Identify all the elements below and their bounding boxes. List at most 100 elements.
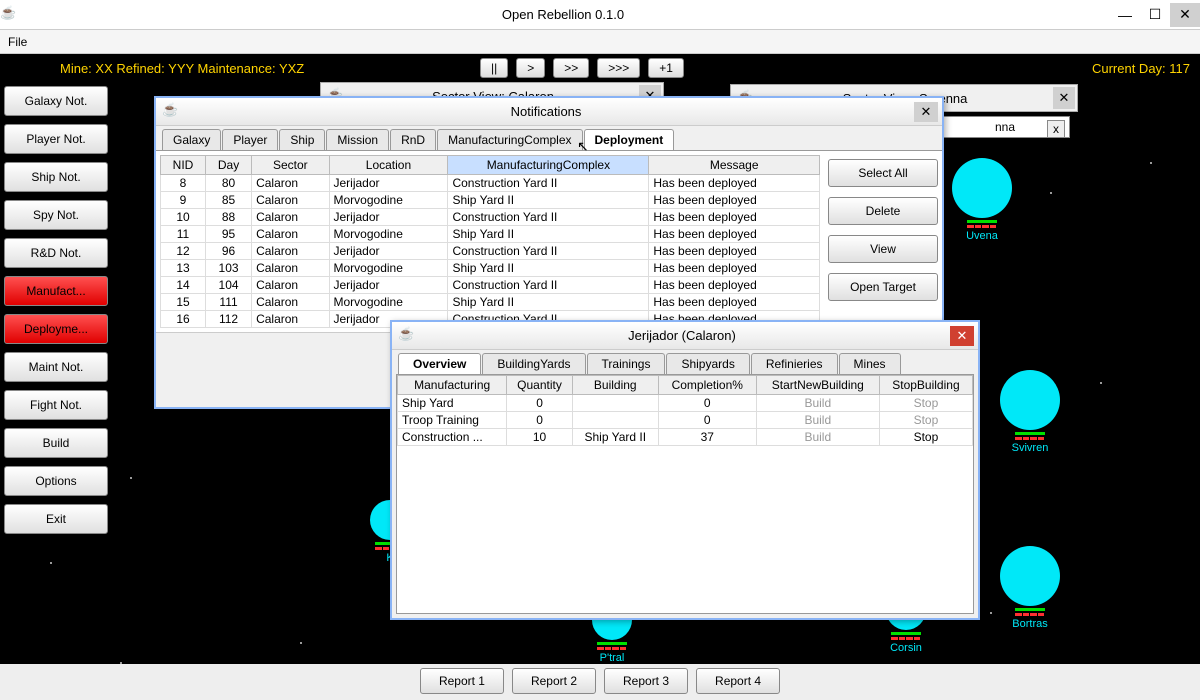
reports-bar: Report 1 Report 2 Report 3 Report 4 [0,666,1200,696]
notif-row[interactable]: 1088CalaronJerijadorConstruction Yard II… [161,209,820,226]
notifications-title: Notifications [178,104,914,119]
planet-header-startnewbuilding[interactable]: StartNewBuilding [756,376,879,395]
notifications-table: NIDDaySectorLocationManufacturingComplex… [160,155,820,328]
report-button-1[interactable]: Report 1 [420,668,504,694]
sidebar-item-7[interactable]: Maint Not. [4,352,108,382]
notif-tab-rnd[interactable]: RnD [390,129,436,150]
sidebar-item-10[interactable]: Options [4,466,108,496]
right-sector-close[interactable]: x [1047,120,1065,138]
notif-header-manufacturingcomplex[interactable]: ManufacturingComplex [448,156,649,175]
notif-tab-manufacturingcomplex[interactable]: ManufacturingComplex [437,129,582,150]
notifications-titlebar: Notifications ✕ [156,98,942,126]
sidebar-item-9[interactable]: Build [4,428,108,458]
notif-action-delete[interactable]: Delete [828,197,938,225]
sidebar-item-6[interactable]: Deployme... [4,314,108,344]
planet-tab-refinieries[interactable]: Refinieries [751,353,838,374]
build-button: Build [756,395,879,412]
notif-row[interactable]: 14104CalaronJerijadorConstruction Yard I… [161,277,820,294]
speed-controls: ||>>>>>>+1 [480,58,684,78]
sidebar-item-1[interactable]: Player Not. [4,124,108,154]
menu-file[interactable]: File [8,35,27,49]
planet-row[interactable]: Construction ...10Ship Yard II37BuildSto… [398,429,973,446]
notif-action-open-target[interactable]: Open Target [828,273,938,301]
stop-button[interactable]: Stop [879,429,972,446]
sidebar-item-0[interactable]: Galaxy Not. [4,86,108,116]
notif-action-view[interactable]: View [828,235,938,263]
notifications-close-button[interactable]: ✕ [914,102,938,122]
sidebar-item-8[interactable]: Fight Not. [4,390,108,420]
stop-button: Stop [879,412,972,429]
planet-window-tabs: OverviewBuildingYardsTrainingsShipyardsR… [392,350,978,374]
planet-row[interactable]: Ship Yard00BuildStop [398,395,973,412]
notif-header-nid[interactable]: NID [161,156,206,175]
sector-view-right-close[interactable]: ✕ [1053,87,1075,109]
speed-button-1[interactable]: > [516,58,545,78]
planet-uvena[interactable]: Uvena [952,158,1012,242]
planet-manufacturing-table: ManufacturingQuantityBuildingCompletion%… [397,375,973,446]
notif-row[interactable]: 880CalaronJerijadorConstruction Yard IIH… [161,175,820,192]
window-maximize-button[interactable]: ☐ [1140,3,1170,27]
planet-window: Jerijador (Calaron) ✕ OverviewBuildingYa… [390,320,980,620]
stop-button: Stop [879,395,972,412]
planet-window-close-button[interactable]: ✕ [950,326,974,346]
notif-tab-mission[interactable]: Mission [326,129,389,150]
notif-row[interactable]: 15111CalaronMorvogodineShip Yard IIHas b… [161,294,820,311]
notif-header-sector[interactable]: Sector [252,156,329,175]
planet-header-manufacturing[interactable]: Manufacturing [398,376,507,395]
notif-header-message[interactable]: Message [649,156,820,175]
info-bar: Mine: XX Refined: YYY Maintenance: YXZ |… [0,54,1200,82]
planet-header-completion%[interactable]: Completion% [658,376,756,395]
notif-tab-player[interactable]: Player [222,129,278,150]
sidebar-item-3[interactable]: Spy Not. [4,200,108,230]
java-icon [0,7,16,23]
sidebar: Galaxy Not. Player Not. Ship Not. Spy Not. R… [4,86,108,534]
notif-action-select-all[interactable]: Select All [828,159,938,187]
notif-header-location[interactable]: Location [329,156,448,175]
sidebar-item-4[interactable]: R&D Not. [4,238,108,268]
planet-tab-buildingyards[interactable]: BuildingYards [482,353,585,374]
notifications-tabs: GalaxyPlayerShipMissionRnDManufacturingC… [156,126,942,150]
notif-row[interactable]: 985CalaronMorvogodineShip Yard IIHas bee… [161,192,820,209]
window-close-button[interactable]: ✕ [1170,3,1200,27]
notif-header-day[interactable]: Day [206,156,252,175]
speed-button-0[interactable]: || [480,58,508,78]
planet-header-building[interactable]: Building [572,376,658,395]
resources-label: Mine: XX Refined: YYY Maintenance: YXZ [60,61,304,76]
current-day-label: Current Day: 117 [1092,61,1190,76]
notif-row[interactable]: 1195CalaronMorvogodineShip Yard IIHas be… [161,226,820,243]
planet-tab-overview[interactable]: Overview [398,353,481,374]
notif-tab-galaxy[interactable]: Galaxy [162,129,221,150]
planet-tab-mines[interactable]: Mines [839,353,901,374]
planet-window-titlebar: Jerijador (Calaron) ✕ [392,322,978,350]
report-button-3[interactable]: Report 3 [604,668,688,694]
notif-tab-ship[interactable]: Ship [279,129,325,150]
planet-svivren[interactable]: Svivren [1000,370,1060,454]
planet-row[interactable]: Troop Training00BuildStop [398,412,973,429]
speed-button-4[interactable]: +1 [648,58,684,78]
speed-button-2[interactable]: >> [553,58,589,78]
build-button: Build [756,429,879,446]
window-minimize-button[interactable]: — [1110,3,1140,27]
notif-row[interactable]: 13103CalaronMorvogodineShip Yard IIHas b… [161,260,820,277]
planet-header-quantity[interactable]: Quantity [507,376,572,395]
sidebar-item-5[interactable]: Manufact... [4,276,108,306]
planet-tab-shipyards[interactable]: Shipyards [666,353,749,374]
planet-window-title: Jerijador (Calaron) [414,328,950,343]
notifications-actions: Select All Delete View Open Target [820,155,938,328]
java-icon [398,328,414,344]
java-icon [162,104,178,120]
build-button: Build [756,412,879,429]
planet-bortras[interactable]: Bortras [1000,546,1060,630]
menubar: File [0,30,1200,54]
window-titlebar: Open Rebellion 0.1.0 — ☐ ✕ [0,0,1200,30]
sidebar-item-2[interactable]: Ship Not. [4,162,108,192]
notif-row[interactable]: 1296CalaronJerijadorConstruction Yard II… [161,243,820,260]
planet-header-stopbuilding[interactable]: StopBuilding [879,376,972,395]
report-button-2[interactable]: Report 2 [512,668,596,694]
planet-tab-trainings[interactable]: Trainings [587,353,666,374]
report-button-4[interactable]: Report 4 [696,668,780,694]
sidebar-item-11[interactable]: Exit [4,504,108,534]
notif-tab-deployment[interactable]: Deployment [584,129,675,150]
speed-button-3[interactable]: >>> [597,58,640,78]
app-title: Open Rebellion 0.1.0 [16,7,1110,22]
